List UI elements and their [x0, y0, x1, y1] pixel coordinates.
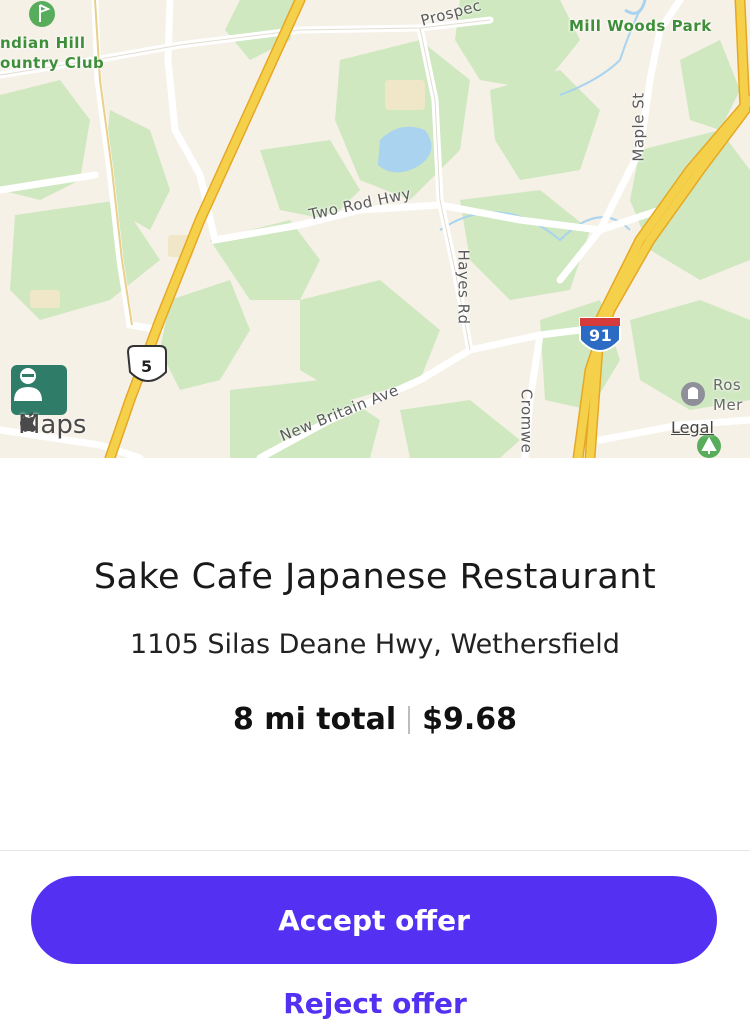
map-label-country-club-line2: ountry Club	[0, 54, 105, 72]
driver-pin	[11, 365, 67, 415]
map-label-country-club-line1: ndian Hill	[0, 34, 86, 52]
map-view[interactable]: ndian Hill ountry Club Prospec Mill Wood…	[0, 0, 750, 458]
trip-distance: 8 mi total	[232, 702, 397, 737]
trip-summary: 8 mi total $9.68	[0, 702, 750, 737]
tree-icon	[697, 434, 721, 458]
reject-offer-button[interactable]: Reject offer	[0, 986, 750, 1021]
golf-icon	[29, 1, 55, 27]
accept-offer-button[interactable]: Accept offer	[31, 876, 717, 964]
maps-logo: Maps	[18, 410, 86, 440]
restaurant-name: Sake Cafe Japanese Restaurant	[93, 557, 657, 597]
trip-pay: $9.68	[422, 702, 518, 737]
section-divider	[0, 850, 750, 851]
map-label-rose-line1: Ros	[713, 376, 742, 394]
offer-sheet: Sake Cafe Japanese Restaurant 1105 Silas…	[0, 458, 750, 1029]
apple-icon	[20, 412, 37, 432]
map-label-rose-line2: Mer	[713, 396, 743, 414]
interstate-91-label: 91	[589, 326, 613, 345]
map-label-hayes-rd: Hayes Rd	[454, 249, 473, 325]
map-label-maple-st: Maple St	[629, 92, 648, 162]
driver-pin-icon	[14, 368, 42, 401]
map-label-mill-woods-park: Mill Woods Park	[569, 17, 712, 35]
legal-link[interactable]: Legal	[671, 418, 714, 437]
summary-divider	[408, 705, 411, 734]
cemetery-icon	[681, 382, 705, 406]
restaurant-address: 1105 Silas Deane Hwy, Wethersfield	[130, 629, 620, 660]
map-label-cromwell: Cromwe	[517, 388, 536, 454]
route-5-label: 5	[141, 357, 153, 376]
